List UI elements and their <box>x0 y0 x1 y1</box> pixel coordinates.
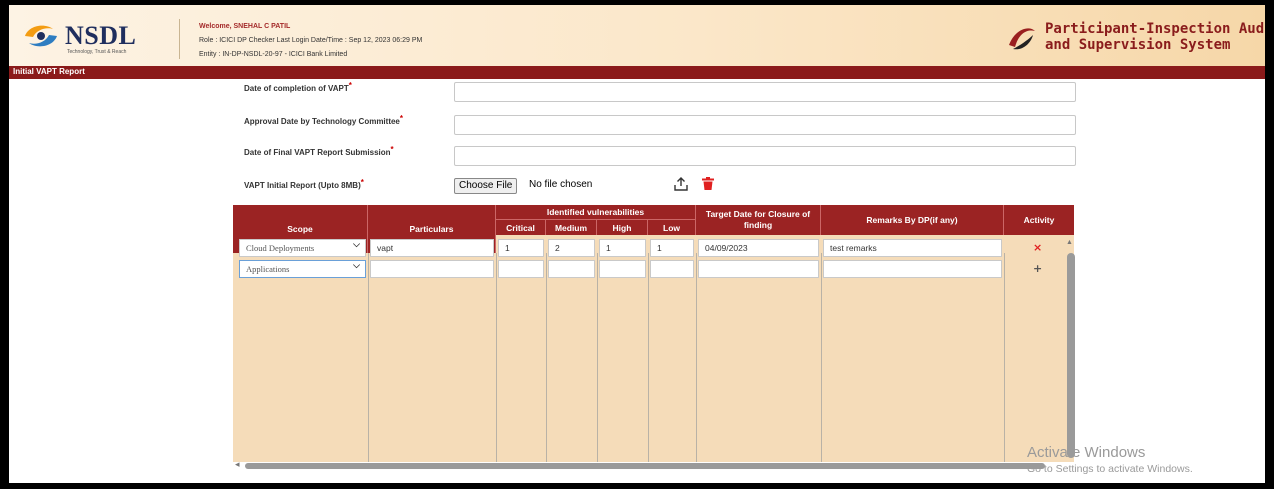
horizontal-scrollbar[interactable] <box>245 463 1045 469</box>
column-divider <box>546 253 547 462</box>
medium-input[interactable] <box>548 260 595 278</box>
vulnerability-table: Scope Particulars Identified vulnerabili… <box>233 205 1074 462</box>
column-divider <box>648 253 649 462</box>
activate-windows-watermark: Activate Windows Go to Settings to activ… <box>1027 444 1193 476</box>
header-divider <box>179 19 180 59</box>
remarks-input[interactable]: test remarks <box>823 239 1002 257</box>
required-marker: * <box>360 178 364 187</box>
column-divider <box>496 253 497 462</box>
app-window: NSDL Technology, Trust & Reach Welcome, … <box>9 5 1265 483</box>
required-marker: * <box>348 81 352 90</box>
upload-icon[interactable] <box>674 177 688 191</box>
required-marker: * <box>399 114 403 123</box>
delete-icon[interactable] <box>702 177 714 190</box>
remarks-input[interactable] <box>823 260 1002 278</box>
approval-date-label-text: Approval Date by Technology Committee <box>244 117 400 126</box>
column-divider <box>368 253 369 462</box>
welcome-line: Welcome, SNEHAL C PATIL <box>199 20 422 34</box>
system-brand: Participant-Inspection Audit and Supervi… <box>1007 19 1265 59</box>
system-title-line2: and Supervision System <box>1045 37 1231 53</box>
watermark-subtitle: Go to Settings to activate Windows. <box>1027 463 1193 475</box>
page-title-bar: Initial VAPT Report <box>9 66 1265 79</box>
chevron-down-icon: ⌵ <box>353 261 360 271</box>
nsdl-logo: NSDL Technology, Trust & Reach <box>23 21 173 55</box>
header-medium: Medium <box>546 220 597 235</box>
system-title-line1: Participant-Inspection Audit <box>1045 21 1265 37</box>
page-title: Initial VAPT Report <box>13 67 85 76</box>
header-identified-vulnerabilities: Identified vulnerabilities <box>496 205 696 220</box>
report-upload-label: VAPT Initial Report (Upto 8MB)* <box>244 178 364 190</box>
high-input[interactable] <box>599 260 646 278</box>
nsdl-logo-icon <box>25 25 57 47</box>
remove-row-icon[interactable]: × <box>1033 241 1042 255</box>
column-divider <box>821 253 822 462</box>
particulars-input[interactable]: vapt <box>370 239 494 257</box>
high-input[interactable]: 1 <box>599 239 646 257</box>
target-date-input[interactable] <box>698 260 819 278</box>
user-info: Welcome, SNEHAL C PATIL Role : ICICI DP … <box>199 20 422 62</box>
header-low: Low <box>648 220 696 235</box>
header-high: High <box>597 220 648 235</box>
header-target-date: Target Date for Closure of finding <box>696 205 821 235</box>
report-upload-label-text: VAPT Initial Report (Upto 8MB) <box>244 181 361 190</box>
scope-select[interactable]: Applications ⌵ <box>239 260 366 278</box>
header-critical: Critical <box>496 220 546 235</box>
submission-date-input[interactable] <box>454 146 1076 166</box>
submission-date-label-text: Date of Final VAPT Report Submission <box>244 148 391 157</box>
critical-input[interactable]: 1 <box>498 239 544 257</box>
welcome-label: Welcome, <box>199 23 232 30</box>
completion-date-label: Date of completion of VAPT* <box>244 81 352 93</box>
header: NSDL Technology, Trust & Reach Welcome, … <box>9 5 1265 66</box>
scope-select-value: Cloud Deployments <box>246 243 315 253</box>
logo-text: NSDL <box>65 21 137 50</box>
scope-select[interactable]: Cloud Deployments ⌵ <box>239 239 366 257</box>
particulars-input[interactable] <box>370 260 494 278</box>
scroll-left-arrow-icon[interactable]: ◂ <box>235 459 240 470</box>
choose-file-button[interactable]: Choose File <box>454 178 518 194</box>
file-status: No file chosen <box>529 179 593 190</box>
approval-date-input[interactable] <box>454 115 1076 135</box>
submission-date-label: Date of Final VAPT Report Submission* <box>244 145 394 157</box>
medium-input[interactable]: 2 <box>548 239 595 257</box>
role-line: Role : ICICI DP Checker Last Login Date/… <box>199 37 423 44</box>
add-row-icon[interactable]: + <box>1033 262 1042 276</box>
required-marker: * <box>390 145 394 154</box>
column-divider <box>597 253 598 462</box>
completion-date-input[interactable] <box>454 82 1076 102</box>
vertical-scrollbar[interactable] <box>1067 253 1075 458</box>
header-activity: Activity <box>1004 205 1074 235</box>
completion-date-label-text: Date of completion of VAPT <box>244 84 349 93</box>
approval-date-label: Approval Date by Technology Committee* <box>244 114 403 126</box>
critical-input[interactable] <box>498 260 544 278</box>
scroll-up-arrow-icon[interactable]: ▲ <box>1066 239 1073 246</box>
watermark-title: Activate Windows <box>1027 444 1146 461</box>
brand-logo-icon <box>1009 28 1035 50</box>
column-divider <box>1004 253 1005 462</box>
column-divider <box>696 253 697 462</box>
scope-select-value: Applications <box>246 264 290 274</box>
low-input[interactable]: 1 <box>650 239 694 257</box>
system-title: Participant-Inspection Audit and Supervi… <box>1045 21 1265 53</box>
header-remarks: Remarks By DP(if any) <box>821 205 1004 235</box>
entity-line: Entity : IN-DP-NSDL-20-97 - ICICI Bank L… <box>199 51 348 58</box>
logo-tagline: Technology, Trust & Reach <box>67 49 127 55</box>
target-date-input[interactable]: 04/09/2023 <box>698 239 819 257</box>
chevron-down-icon: ⌵ <box>353 240 360 250</box>
user-name: SNEHAL C PATIL <box>233 23 291 30</box>
low-input[interactable] <box>650 260 694 278</box>
